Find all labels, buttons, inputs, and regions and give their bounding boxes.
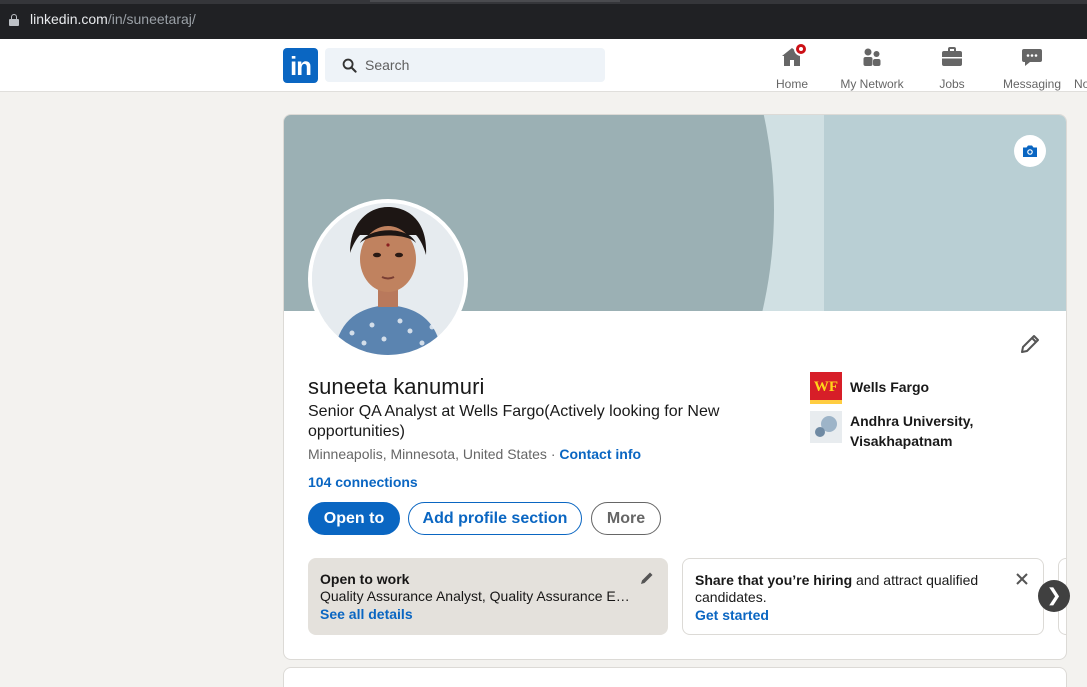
edit-banner-button[interactable]: [1014, 135, 1046, 167]
open-to-work-card[interactable]: Open to work Quality Assurance Analyst, …: [308, 558, 668, 635]
address-bar[interactable]: linkedin.com/in/suneetaraj/: [30, 11, 196, 27]
nav-item-notifications[interactable]: No: [1074, 45, 1087, 91]
nav-label-my-network: My Network: [840, 77, 904, 91]
more-button[interactable]: More: [591, 502, 661, 535]
my-network-icon: [860, 45, 884, 69]
share-hiring-card[interactable]: Share that you’re hiring and attract qua…: [682, 558, 1044, 635]
location-separator: ·: [550, 446, 556, 462]
home-icon: [780, 42, 808, 69]
jobs-icon: [940, 45, 964, 69]
nav-item-my-network[interactable]: My Network: [834, 45, 910, 91]
nav-item-messaging[interactable]: Messaging: [998, 45, 1066, 91]
profile-photo[interactable]: [308, 199, 468, 359]
open-to-button[interactable]: Open to: [308, 502, 400, 535]
profile-card: suneeta kanumuri Senior QA Analyst at We…: [283, 114, 1067, 660]
search-input[interactable]: [365, 48, 595, 82]
open-to-work-title: Open to work: [320, 571, 410, 587]
profile-location: Minneapolis, Minnesota, United States: [308, 446, 547, 462]
university-logo[interactable]: [810, 411, 842, 443]
hiring-text-bold: Share that you’re hiring: [695, 572, 853, 588]
nav-item-home[interactable]: Home: [772, 42, 812, 91]
nav-label-jobs: Jobs: [939, 77, 965, 91]
edit-open-to-work-pencil-icon[interactable]: [639, 570, 655, 586]
see-all-details-link[interactable]: See all details: [320, 606, 413, 622]
search-box[interactable]: [325, 48, 605, 82]
contact-info-link[interactable]: Contact info: [559, 446, 641, 462]
tab-hint: [370, 0, 620, 2]
carousel-next-button[interactable]: ❯: [1038, 580, 1070, 612]
notification-badge: [794, 42, 808, 56]
camera-icon: [1023, 145, 1037, 157]
add-profile-section-button[interactable]: Add profile section: [408, 502, 582, 535]
nav-item-jobs[interactable]: Jobs: [934, 45, 970, 91]
open-to-work-description: Quality Assurance Analyst, Quality Assur…: [320, 588, 632, 604]
school-placeholder-icon: [810, 411, 842, 443]
linkedin-logo[interactable]: in: [283, 48, 318, 83]
lock-icon[interactable]: [9, 14, 19, 26]
profile-headline: Senior QA Analyst at Wells Fargo(Activel…: [308, 403, 720, 440]
url-host: linkedin.com: [30, 11, 108, 27]
wells-fargo-logo[interactable]: WF: [810, 372, 842, 404]
nav-label-notifications: No: [1074, 77, 1087, 91]
edit-intro-pencil-icon[interactable]: [1018, 332, 1042, 356]
profile-photo-portrait: [312, 203, 464, 355]
profile-name: suneeta kanumuri: [308, 374, 485, 399]
nav-label-messaging: Messaging: [1002, 77, 1062, 91]
global-nav: in Home My Network Jobs Messaging: [0, 39, 1087, 92]
next-section-card: [283, 667, 1067, 687]
education-link[interactable]: Andhra University, Visakhapatnam: [850, 411, 1040, 451]
close-icon[interactable]: [1014, 571, 1030, 587]
connections-link[interactable]: 104 connections: [308, 474, 418, 490]
messaging-icon: [1020, 45, 1044, 69]
current-company-link[interactable]: Wells Fargo: [850, 377, 929, 397]
search-icon: [342, 58, 357, 73]
hiring-text: Share that you’re hiring and attract qua…: [695, 572, 1005, 606]
get-started-link[interactable]: Get started: [695, 607, 769, 623]
notifications-icon: [1074, 45, 1087, 69]
url-path: /in/suneetaraj/: [107, 11, 196, 27]
nav-label-home: Home: [775, 77, 808, 91]
browser-toolbar: linkedin.com/in/suneetaraj/: [0, 0, 1087, 39]
location-row: Minneapolis, Minnesota, United States · …: [308, 446, 641, 462]
